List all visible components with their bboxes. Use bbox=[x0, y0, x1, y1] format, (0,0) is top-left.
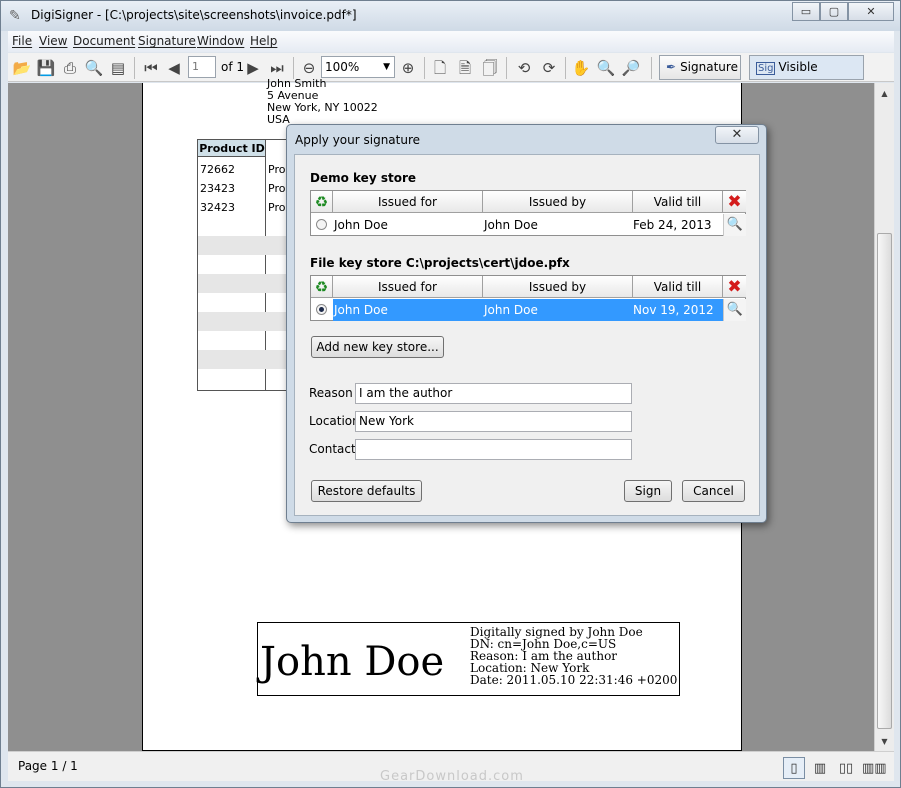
sign-button[interactable]: Sign bbox=[624, 480, 672, 502]
toolbar: 📂 💾 ⎙ 🔍 ▤ ⏮ ◀ 1 of 1 ▶ ⏭ ⊖ 100% ▼ ⊕ 🗋 🗎 … bbox=[8, 53, 894, 98]
properties-icon[interactable]: ▤ bbox=[107, 57, 129, 79]
delete-icon[interactable]: ✖ bbox=[723, 276, 746, 298]
single-page-view-icon[interactable]: ▯ bbox=[783, 757, 805, 779]
window-title: DigiSigner - [C:\projects\site\screensho… bbox=[31, 8, 357, 22]
page-count-label: of 1 bbox=[221, 60, 245, 74]
dialog-body: Demo key store ♻ Issued for Issued by Va… bbox=[294, 154, 760, 516]
file-store-table: ♻ Issued for Issued by Valid till ✖ John… bbox=[310, 275, 746, 321]
dialog-title: Apply your signature bbox=[295, 133, 421, 147]
signature-name: John Doe bbox=[260, 639, 445, 685]
print-icon[interactable]: ⎙ bbox=[59, 57, 81, 79]
reason-input[interactable]: I am the author bbox=[355, 383, 632, 404]
add-key-store-button[interactable]: Add new key store... bbox=[311, 336, 444, 358]
maximize-button[interactable]: ▢ bbox=[820, 2, 848, 21]
issued-by-cell: John Doe bbox=[484, 303, 538, 317]
facing-view-icon[interactable]: ▯▯ bbox=[835, 757, 857, 779]
address-line-4: USA bbox=[267, 113, 290, 126]
page-icon[interactable]: 🗋 bbox=[429, 57, 451, 79]
signature-button[interactable]: ✒ Signature bbox=[659, 55, 741, 80]
menu-bar: File View Document Signature Window Help bbox=[8, 31, 894, 52]
demo-store-table: ♻ Issued for Issued by Valid till ✖ John… bbox=[310, 190, 746, 236]
contact-label: Contact bbox=[309, 442, 356, 456]
signature-button-label: Signature bbox=[680, 60, 738, 74]
vertical-scrollbar[interactable]: ▲ ▼ bbox=[874, 83, 894, 751]
valid-till-header: Valid till bbox=[633, 191, 723, 213]
print-preview-icon[interactable]: 🔍 bbox=[83, 57, 105, 79]
menu-view[interactable]: View bbox=[39, 34, 67, 48]
issued-by-header: Issued by bbox=[483, 276, 633, 298]
valid-till-cell: Nov 19, 2012 bbox=[633, 303, 714, 317]
page-fit-icon[interactable]: 🗎 bbox=[454, 57, 476, 79]
close-button[interactable]: ✕ bbox=[848, 2, 894, 21]
page-status: Page 1 / 1 bbox=[18, 759, 78, 773]
issued-by-header: Issued by bbox=[483, 191, 633, 213]
zoom-out-icon[interactable]: ⊖ bbox=[298, 57, 320, 79]
dialog-close-button[interactable]: ✕ bbox=[715, 126, 759, 144]
view-certificate-icon[interactable]: 🔍 bbox=[723, 214, 746, 236]
issued-for-header: Issued for bbox=[333, 191, 483, 213]
view-certificate-icon[interactable]: 🔍 bbox=[723, 299, 746, 321]
save-icon[interactable]: 💾 bbox=[35, 57, 57, 79]
continuous-view-icon[interactable]: ▥ bbox=[809, 757, 831, 779]
zoom-tool-icon[interactable]: 🔍 bbox=[595, 57, 617, 79]
issued-for-header: Issued for bbox=[333, 276, 483, 298]
valid-till-header: Valid till bbox=[633, 276, 723, 298]
refresh-icon[interactable]: ♻ bbox=[311, 276, 333, 298]
page-number-input[interactable]: 1 bbox=[188, 56, 216, 78]
menu-help[interactable]: Help bbox=[250, 34, 277, 48]
delete-icon[interactable]: ✖ bbox=[723, 191, 746, 213]
location-label: Location bbox=[309, 414, 360, 428]
apply-signature-dialog: Apply your signature ✕ Demo key store ♻ … bbox=[286, 124, 767, 523]
close-icon: ✕ bbox=[731, 127, 743, 142]
reason-label: Reason bbox=[309, 386, 353, 400]
menu-file[interactable]: File bbox=[12, 34, 32, 48]
scroll-down-icon[interactable]: ▼ bbox=[875, 733, 894, 750]
last-page-icon[interactable]: ⏭ bbox=[266, 57, 288, 79]
restore-defaults-button[interactable]: Restore defaults bbox=[311, 480, 422, 502]
minimize-button[interactable]: ▭ bbox=[792, 2, 820, 21]
demo-store-title: Demo key store bbox=[310, 171, 417, 185]
menu-window[interactable]: Window bbox=[197, 34, 244, 48]
next-page-icon[interactable]: ▶ bbox=[242, 57, 264, 79]
issued-for-cell: John Doe bbox=[334, 303, 388, 317]
cancel-button[interactable]: Cancel bbox=[682, 480, 745, 502]
visible-signature-button[interactable]: SigVisible Signature bbox=[749, 55, 864, 98]
menu-document[interactable]: Document bbox=[73, 34, 135, 48]
location-input[interactable]: New York bbox=[355, 411, 632, 432]
continuous-facing-view-icon[interactable]: ▥▥ bbox=[861, 757, 887, 779]
pen-icon: ✒ bbox=[666, 60, 677, 74]
rotate-left-icon[interactable]: ⟲ bbox=[513, 57, 535, 79]
page-width-icon[interactable]: 🗍 bbox=[479, 57, 501, 79]
scroll-up-icon[interactable]: ▲ bbox=[875, 85, 894, 102]
chevron-down-icon: ▼ bbox=[383, 62, 390, 72]
file-key-radio[interactable] bbox=[316, 304, 327, 315]
zoom-in-icon[interactable]: ⊕ bbox=[397, 57, 419, 79]
issued-for-cell: John Doe bbox=[334, 218, 388, 232]
contact-input[interactable] bbox=[355, 439, 632, 460]
zoom-value: 100% bbox=[325, 60, 360, 74]
product-id-header: Product ID bbox=[198, 140, 266, 157]
open-icon[interactable]: 📂 bbox=[11, 57, 33, 79]
signature-line: Date: 2011.05.10 22:31:46 +0200 bbox=[470, 673, 678, 687]
visible-signature-box[interactable]: John Doe Digitally signed by John Doe DN… bbox=[257, 622, 680, 696]
previous-page-icon[interactable]: ◀ bbox=[163, 57, 185, 79]
zoom-select[interactable]: 100% ▼ bbox=[321, 56, 395, 78]
valid-till-cell: Feb 24, 2013 bbox=[633, 218, 712, 232]
first-page-icon[interactable]: ⏮ bbox=[140, 57, 162, 79]
watermark: GearDownload.com bbox=[380, 769, 524, 784]
file-store-title: File key store C:\projects\cert\jdoe.pfx bbox=[310, 256, 570, 270]
scroll-thumb[interactable] bbox=[877, 233, 892, 729]
title-bar: ✎ DigiSigner - [C:\projects\site\screens… bbox=[1, 1, 900, 31]
visible-signature-icon: Sig bbox=[756, 62, 776, 75]
refresh-icon[interactable]: ♻ bbox=[311, 191, 333, 213]
zoom-out-tool-icon[interactable]: 🔎 bbox=[620, 57, 642, 79]
rotate-right-icon[interactable]: ⟳ bbox=[538, 57, 560, 79]
demo-key-radio[interactable] bbox=[316, 219, 327, 230]
menu-signature[interactable]: Signature bbox=[138, 34, 196, 48]
issued-by-cell: John Doe bbox=[484, 218, 538, 232]
app-pen-icon: ✎ bbox=[9, 8, 21, 24]
hand-tool-icon[interactable]: ✋ bbox=[570, 57, 592, 79]
